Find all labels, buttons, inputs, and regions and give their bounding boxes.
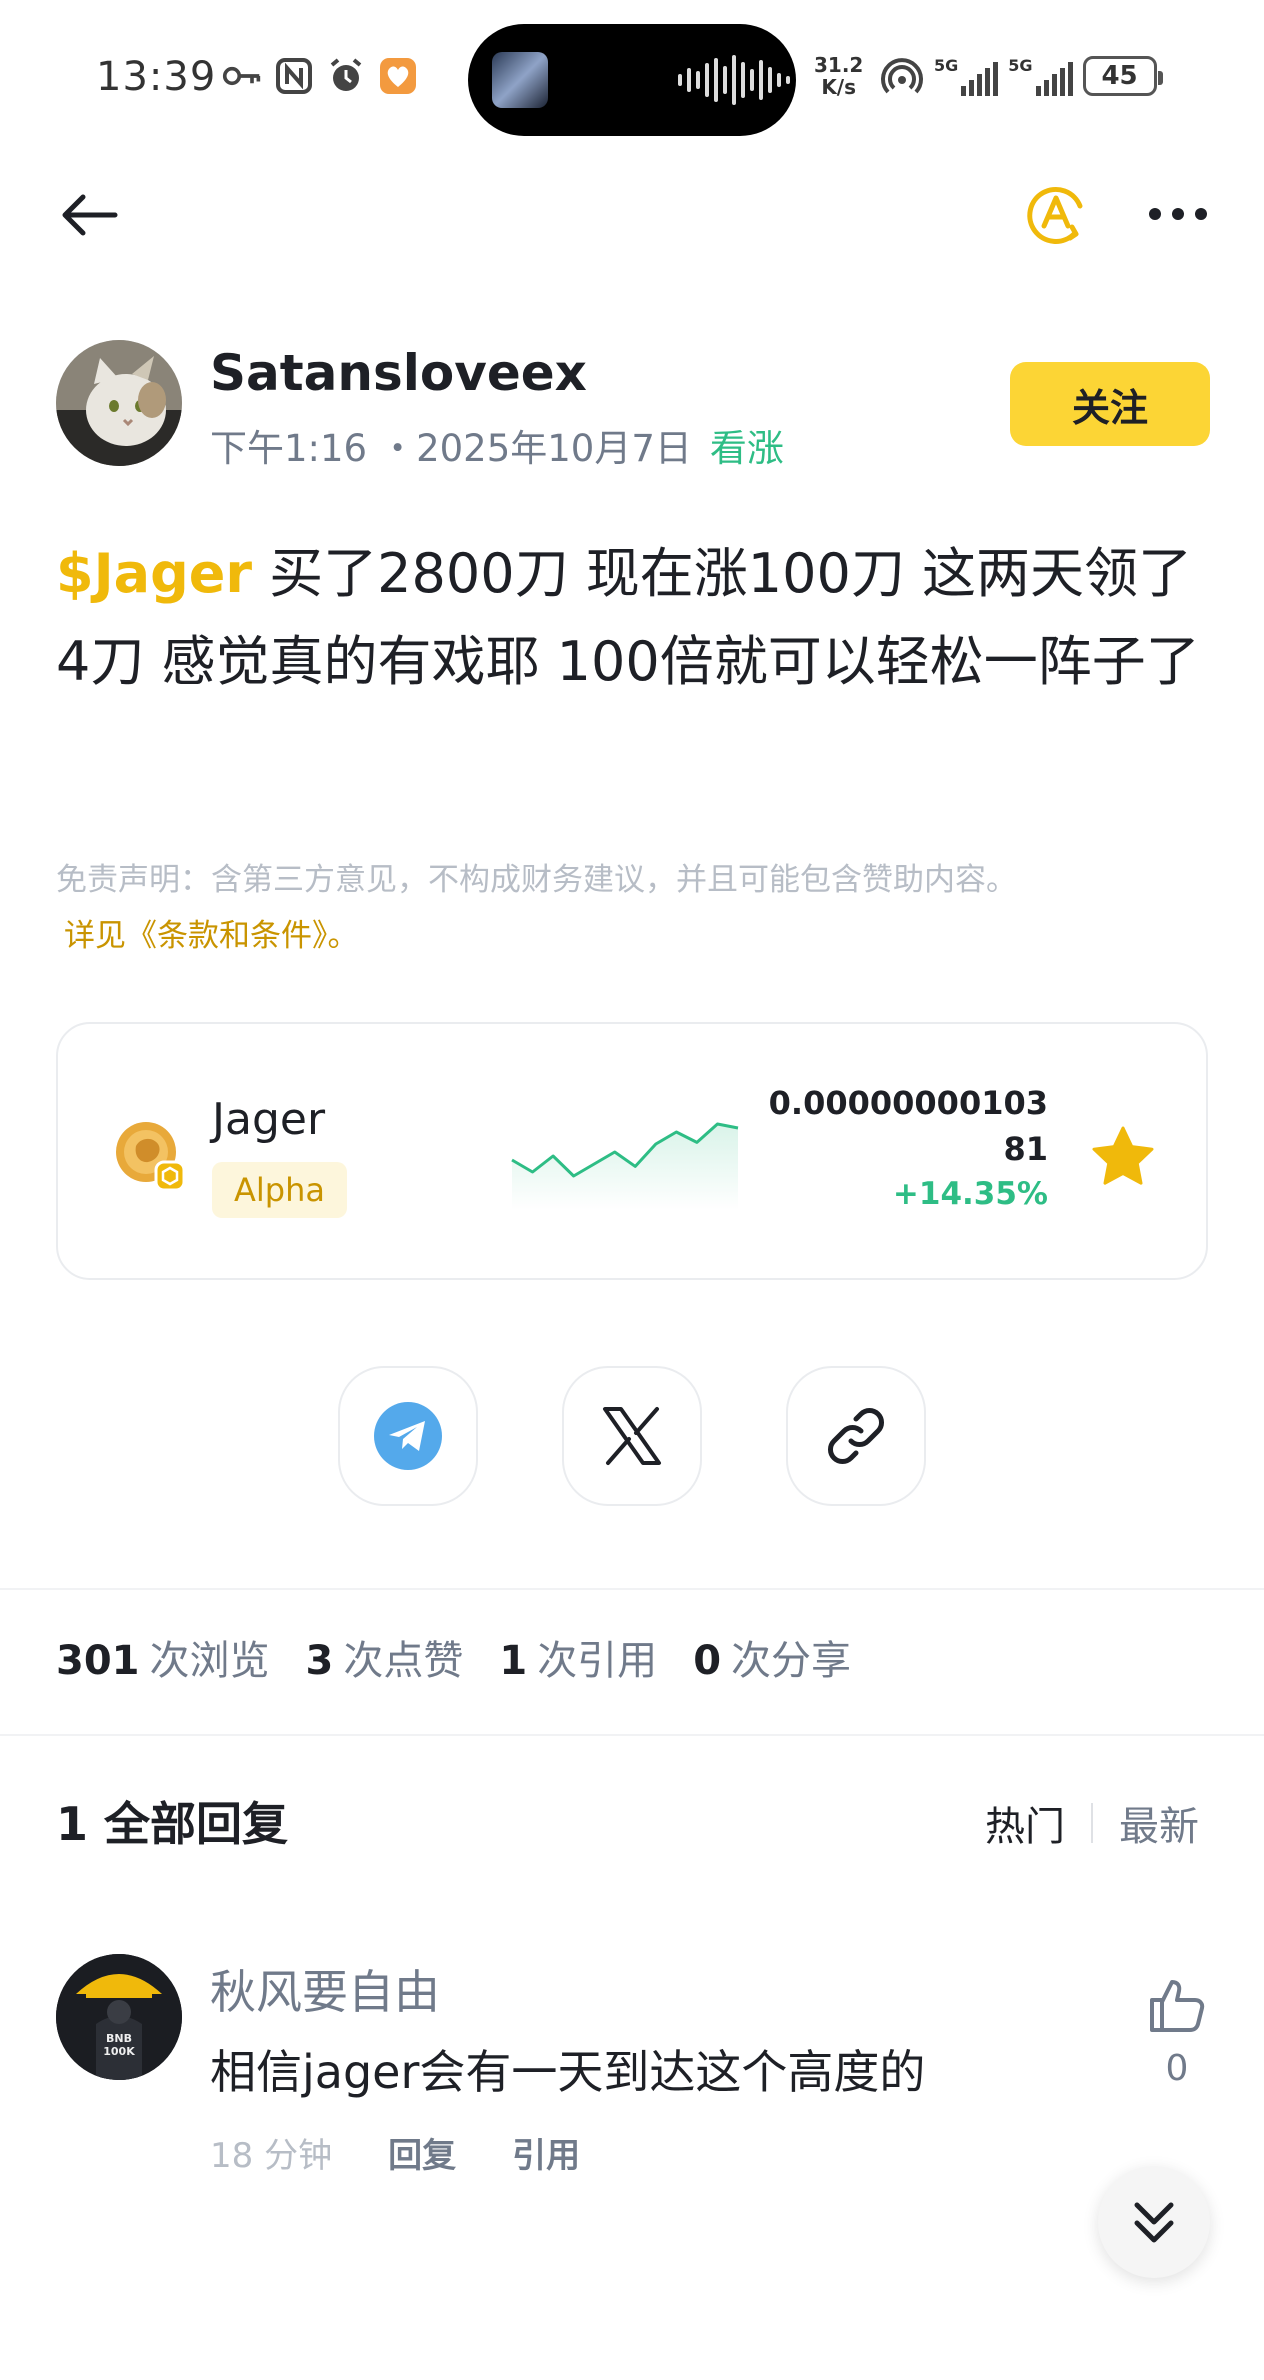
cashtag-link[interactable]: $Jager [56, 542, 252, 605]
arrow-left-icon [62, 194, 118, 236]
disclaimer-text: 免责声明：含第三方意见，不构成财务建议，并且可能包含赞助内容。 [56, 862, 1017, 898]
double-chevron-down-icon [1134, 2202, 1174, 2243]
disclaimer: 免责声明：含第三方意见，不构成财务建议，并且可能包含赞助内容。 详见《条款和条件… [56, 852, 1206, 964]
views-stat: 301 次浏览 [56, 1628, 270, 1686]
jager-token-icon [116, 1122, 186, 1192]
favorite-star-icon[interactable] [1088, 1122, 1158, 1192]
link-icon [828, 1408, 884, 1464]
share-telegram-button[interactable] [338, 1366, 478, 1506]
terms-link[interactable]: 详见《条款和条件》。 [56, 908, 1206, 964]
hotspot-icon [880, 54, 924, 98]
status-time: 13:39 [96, 54, 217, 100]
nfc-icon [274, 56, 314, 96]
status-bar: 13:39 31.2 K/s 5G 5G 45 [0, 0, 1264, 160]
quote-button[interactable]: 引用 [512, 2128, 580, 2177]
token-price: 0.0000000010381 [768, 1084, 1048, 1168]
token-name: Jager [212, 1094, 326, 1145]
x-logo-icon [603, 1407, 661, 1465]
comment-like-count: 0 [1165, 2048, 1189, 2089]
more-dots-icon [1149, 208, 1207, 220]
alarm-icon [326, 56, 366, 96]
post-meta: 下午1:16 ・2025年10月7日 看涨 [210, 418, 784, 472]
network-speed-unit: K/s [821, 75, 857, 99]
commenter-name[interactable]: 秋风要自由 [210, 1956, 440, 2022]
battery-level: 45 [1101, 61, 1138, 91]
shares-label: 次分享 [731, 1638, 852, 1684]
comment-text: 相信jager会有一天到达这个高度的 [210, 2045, 926, 2099]
replies-title: 1 全部回复 [56, 1797, 289, 1851]
likes-stat: 3 次点赞 [306, 1628, 464, 1686]
post-date: ・2025年10月7日 [379, 427, 692, 470]
translate-icon [1027, 187, 1083, 244]
sim1-signal-icon: 5G [934, 56, 999, 96]
status-icons-left [222, 56, 418, 96]
views-label: 次浏览 [149, 1638, 270, 1684]
health-app-icon [378, 56, 418, 96]
views-count: 301 [56, 1638, 140, 1684]
token-card[interactable]: Jager Alpha 0.0000000010381 +14.35% [56, 1022, 1208, 1280]
network-speed-value: 31.2 [814, 53, 864, 77]
scroll-down-button[interactable] [1098, 2166, 1210, 2278]
svg-text:100K: 100K [103, 2045, 135, 2058]
status-icons-right: 5G 5G 45 [880, 54, 1163, 98]
svg-text:BNB: BNB [106, 2032, 132, 2045]
quotes-label: 次引用 [537, 1638, 658, 1684]
follow-button[interactable]: 关注 [1010, 362, 1210, 446]
price-sparkline [511, 1122, 739, 1210]
quotes-stat: 1 次引用 [499, 1628, 657, 1686]
divider [0, 1588, 1264, 1590]
copy-link-button[interactable] [786, 1366, 926, 1506]
reply-button[interactable]: 回复 [388, 2128, 456, 2177]
post-time: 下午1:16 [210, 427, 368, 470]
key-icon [222, 56, 262, 96]
commenter-avatar[interactable]: BNB 100K [56, 1954, 182, 2080]
shares-stat: 0 次分享 [693, 1628, 851, 1686]
network-speed: 31.2 K/s [814, 54, 863, 98]
battery-icon: 45 [1082, 56, 1163, 96]
reply-sort: 热门 最新 [985, 1794, 1199, 1852]
post-content: $Jager 买了2800刀 现在涨100刀 这两天领了4刀 感觉真的有戏耶 1… [56, 530, 1206, 706]
translate-button[interactable] [1018, 176, 1094, 252]
likes-count: 3 [305, 1638, 334, 1684]
thumbs-up-icon[interactable] [1146, 1974, 1208, 2036]
comment-time: 18 分钟 [210, 2136, 333, 2176]
more-options-button[interactable] [1140, 176, 1216, 252]
divider [0, 1734, 1264, 1736]
quotes-count: 1 [499, 1638, 528, 1684]
share-x-button[interactable] [562, 1366, 702, 1506]
dynamic-island[interactable] [468, 24, 796, 136]
author-name[interactable]: Satansloveex [210, 344, 587, 402]
telegram-icon [374, 1402, 442, 1470]
comment-meta: 18 分钟 回复 引用 [210, 2128, 580, 2177]
sim2-signal-icon: 5G [1008, 56, 1073, 96]
shares-count: 0 [693, 1638, 722, 1684]
sort-separator [1091, 1803, 1093, 1843]
alpha-badge: Alpha [212, 1162, 347, 1218]
token-price-change: +14.35% [892, 1176, 1048, 1212]
sim2-label: 5G [1008, 56, 1033, 75]
sim1-label: 5G [934, 56, 959, 75]
audio-wave-icon [678, 54, 790, 106]
sort-hot-tab[interactable]: 热门 [985, 1794, 1065, 1852]
sentiment-tag: 看涨 [709, 427, 784, 470]
back-button[interactable] [54, 180, 124, 250]
author-avatar[interactable] [56, 340, 182, 466]
likes-label: 次点赞 [343, 1638, 464, 1684]
media-thumbnail [492, 52, 548, 108]
sort-newest-tab[interactable]: 最新 [1119, 1794, 1199, 1852]
post-stats: 301 次浏览 3 次点赞 1 次引用 0 次分享 [56, 1628, 851, 1686]
